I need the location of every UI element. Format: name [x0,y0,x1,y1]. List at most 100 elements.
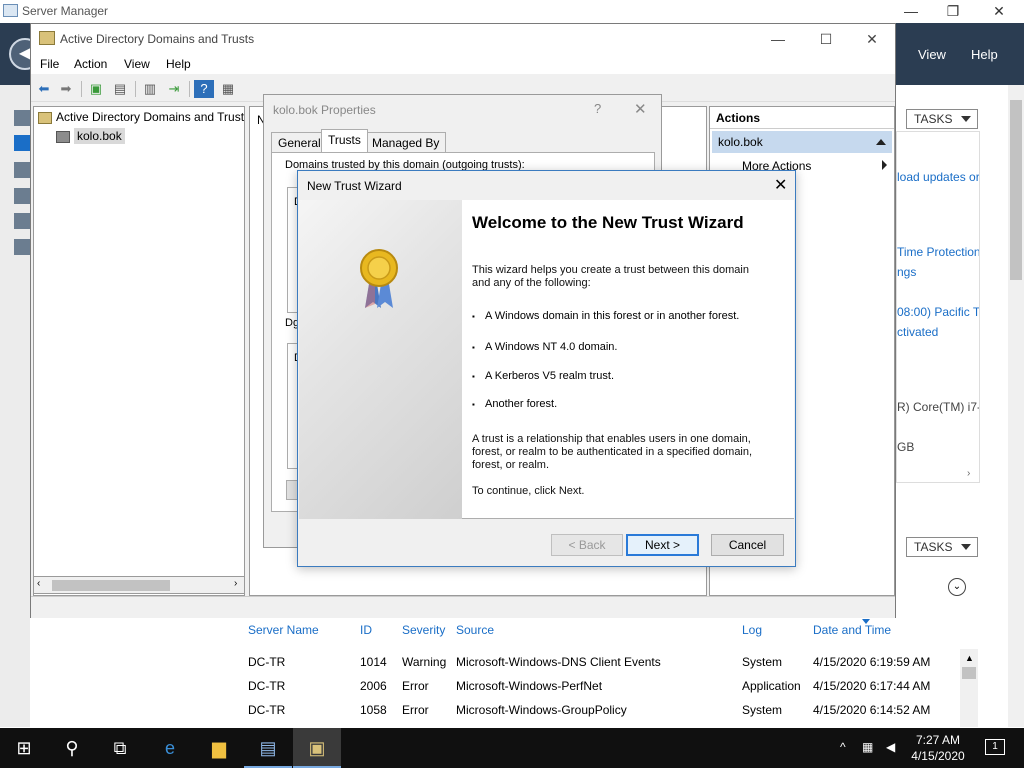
system-clock[interactable]: 7:27 AM 4/15/2020 [900,732,976,764]
cell-id: 1058 [360,703,387,717]
table-row[interactable]: DC-TR 1058 Error Microsoft-Windows-Group… [240,703,980,723]
menu-file[interactable]: File [40,57,59,71]
server-manager-app-icon [3,4,18,17]
clock-date: 4/15/2020 [911,749,965,763]
wizard-continue-text: To continue, click Next. [472,485,585,497]
cell-log: System [742,655,783,669]
show-hidden-icons-icon[interactable]: ^ [840,740,846,754]
show-tree-icon[interactable]: ▤ [110,80,130,98]
internet-explorer-icon[interactable]: e [146,728,194,768]
properties-panel-fragment: load updates or Time Protection: ngs 08:… [896,131,980,483]
next-button[interactable]: Next > [626,534,699,556]
bullet-text: A Windows domain in this forest or in an… [485,310,740,322]
table-row[interactable]: DC-TR 1014 Warning Microsoft-Windows-DNS… [240,655,980,675]
dashboard-icon[interactable] [14,110,30,126]
show-action-pane-icon[interactable]: ▦ [218,80,238,98]
search-icon[interactable]: ⚲ [48,728,96,768]
local-server-icon[interactable] [14,135,30,151]
events-scrollbar[interactable]: ▲ [960,649,978,727]
ad-trusts-taskbar-icon[interactable]: ▣ [293,728,341,768]
up-folder-icon[interactable]: ▣ [86,80,106,98]
network-icon[interactable]: ▦ [862,740,873,754]
tasks-dropdown-bottom[interactable]: TASKS [906,537,978,557]
restore-icon[interactable]: ❐ [930,0,976,23]
server-manager-sidebar [0,85,30,727]
col-date-time[interactable]: Date and Time [813,623,891,637]
forward-icon[interactable]: ➡ [56,80,76,98]
server-manager-taskbar-icon[interactable]: ▤ [244,728,292,768]
ad-ds-icon[interactable] [14,188,30,204]
close-icon[interactable]: ✕ [774,175,787,195]
close-icon[interactable]: ✕ [976,0,1022,23]
file-storage-icon[interactable] [14,239,30,255]
col-severity[interactable]: Severity [402,623,445,637]
expand-circle-icon[interactable]: ⌄ [948,578,966,596]
properties-dialog-title: kolo.bok Properties [273,103,376,117]
export-list-icon[interactable]: ⇥ [164,80,184,98]
close-icon[interactable]: ✕ [849,24,895,54]
activation-link[interactable]: ctivated [897,325,938,339]
wizard-title: New Trust Wizard [307,179,402,193]
new-trust-wizard: New Trust Wizard ✕ Welcome to the New Tr… [297,170,796,567]
sm-menu-view[interactable]: View [918,47,946,62]
notification-center-icon[interactable]: 1 [985,739,1005,755]
cell-server: DC-TR [248,655,286,669]
chevron-down-icon [961,544,971,550]
col-server-name[interactable]: Server Name [248,623,319,637]
tab-trusts[interactable]: Trusts [321,129,368,153]
scrollbar-thumb[interactable] [1010,100,1022,280]
menu-action[interactable]: Action [74,57,107,71]
chevron-right-icon[interactable]: › [967,468,970,479]
tab-general[interactable]: General [271,132,328,152]
toolbar-separator [189,81,190,97]
col-id[interactable]: ID [360,623,372,637]
scrollbar-thumb[interactable] [52,580,170,591]
server-manager-scrollbar[interactable] [1008,85,1024,727]
cell-log: Application [742,679,801,693]
timezone-link[interactable]: 08:00) Pacific Ti [897,305,979,319]
tasks-dropdown-top[interactable]: TASKS [906,109,978,129]
cancel-button[interactable]: Cancel [711,534,784,556]
actions-section-kolo-bok[interactable]: kolo.bok [712,131,892,153]
tab-managed-by[interactable]: Managed By [365,132,447,152]
minimize-icon[interactable]: — [888,0,934,23]
sm-menu-help[interactable]: Help [971,47,998,62]
tree-node-kolo-bok[interactable]: kolo.bok [74,128,125,144]
scroll-right-icon[interactable]: › [234,578,237,589]
scroll-left-icon[interactable]: ‹ [37,578,40,589]
ad-root-icon [38,112,52,124]
all-servers-icon[interactable] [14,162,30,178]
ad-menubar: File Action View Help [31,54,895,74]
help-question-icon[interactable]: ? [594,101,601,116]
volume-icon[interactable]: ◀ [886,740,895,754]
dns-icon[interactable] [14,213,30,229]
col-source[interactable]: Source [456,623,494,637]
close-icon[interactable]: ✕ [634,100,647,118]
back-button[interactable]: < Back [551,534,623,556]
tree-root-node[interactable]: Active Directory Domains and Trust [56,110,244,124]
wizard-description: A trust is a relationship that enables u… [472,433,753,471]
scroll-up-icon[interactable]: ▲ [965,653,974,663]
collapse-up-icon[interactable] [876,139,886,145]
ad-window-title: Active Directory Domains and Trusts [60,32,255,46]
scrollbar-thumb[interactable] [962,667,976,679]
properties-icon[interactable]: ▥ [140,80,160,98]
menu-help[interactable]: Help [166,57,191,71]
help-icon[interactable]: ? [194,80,214,98]
tree-horizontal-scrollbar[interactable]: ‹ › [33,576,245,594]
file-explorer-icon[interactable]: ▆ [195,728,243,768]
settings-link[interactable]: ngs [897,265,916,279]
windows-start-icon[interactable]: ⊞ [0,728,48,768]
minimize-icon[interactable]: — [755,24,801,54]
events-table: Server Name ID Severity Source Log Date … [240,615,980,727]
menu-view[interactable]: View [124,57,150,71]
task-view-icon[interactable]: ⧉ [96,728,144,768]
updates-link[interactable]: load updates or [897,170,979,184]
col-log[interactable]: Log [742,623,762,637]
table-row[interactable]: DC-TR 2006 Error Microsoft-Windows-PerfN… [240,679,980,699]
back-icon[interactable]: ⬅ [34,80,54,98]
ad-trusts-app-icon [39,31,55,45]
sort-arrow-icon [862,619,870,624]
time-protection-link[interactable]: Time Protection: [897,245,979,259]
maximize-icon[interactable]: ☐ [803,24,849,54]
